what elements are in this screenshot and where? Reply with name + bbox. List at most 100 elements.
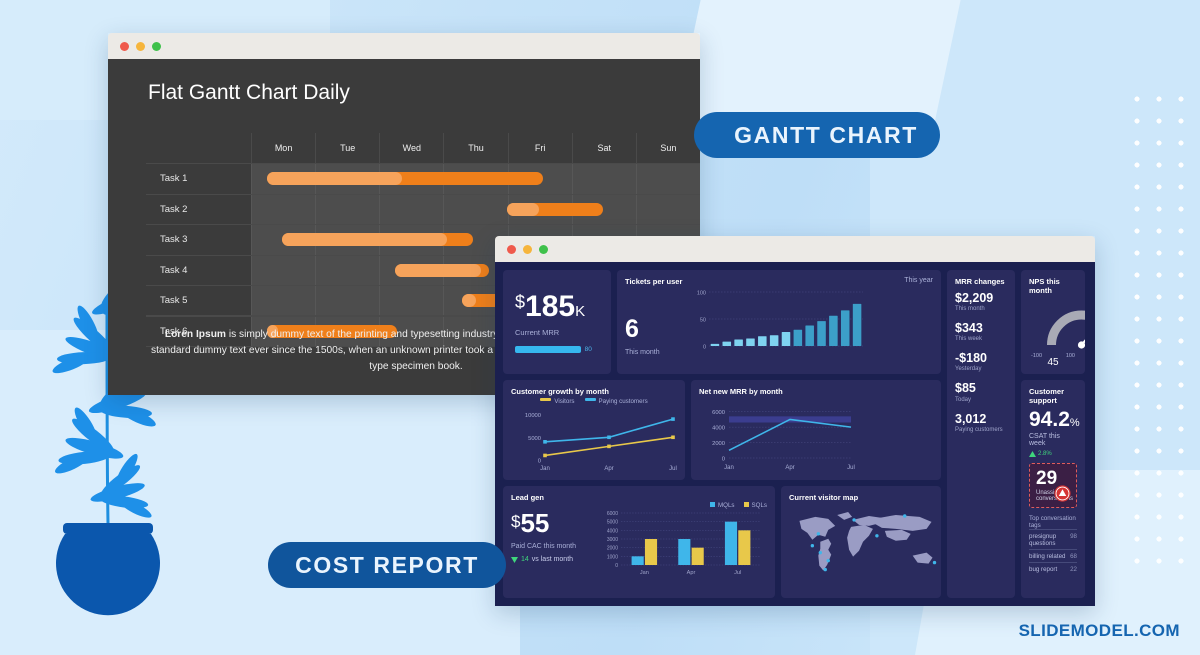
gantt-day-fri: Fri: [507, 133, 572, 163]
close-icon[interactable]: [507, 244, 516, 254]
svg-text:6000: 6000: [607, 511, 618, 517]
maximize-icon[interactable]: [539, 244, 548, 254]
minimize-icon[interactable]: [136, 41, 145, 51]
svg-text:Jul: Jul: [847, 465, 855, 471]
mrr-stat: 3,012 Paying customers: [955, 412, 1007, 433]
svg-text:2000: 2000: [712, 441, 725, 447]
gantt-header-row: Mon Tue Wed Thu Fri Sat Sun: [146, 133, 700, 164]
mrr-stat-value: $2,209: [955, 291, 994, 305]
mrr-changes-title: MRR changes: [955, 277, 1005, 286]
legend-item: MQLs: [710, 502, 735, 509]
svg-text:Jan: Jan: [724, 465, 734, 471]
customer-growth-legend: Visitors Paying customers: [511, 398, 677, 405]
cost-report-banner: COST REPORT: [268, 542, 506, 588]
gantt-cell: [571, 164, 636, 194]
world-map-graphic: [799, 511, 937, 572]
mrr-stat-value: $343: [955, 321, 983, 336]
svg-text:0: 0: [538, 459, 541, 465]
gantt-cell: [251, 286, 315, 316]
customer-growth-card: Customer growth by month Visitors Paying …: [503, 380, 685, 480]
svg-text:2000: 2000: [607, 546, 618, 552]
conversation-tag-row[interactable]: presignup questions 98: [1029, 529, 1077, 549]
tag-count: 98: [1070, 533, 1077, 540]
nps-max: 100: [1065, 353, 1075, 359]
gantt-day-sat: Sat: [571, 133, 636, 163]
gantt-day-wed: Wed: [379, 133, 443, 163]
tickets-label: This month: [625, 349, 660, 356]
lead-gen-legend: MQLs SQLs: [591, 502, 767, 509]
dot-pattern: [1126, 88, 1200, 578]
visitor-map-card: Current visitor map: [781, 486, 941, 598]
dashboard-main-column: $185K Current MRR 80 Tickets per user Th…: [503, 270, 941, 598]
gantt-day-headers: Mon Tue Wed Thu Fri Sat Sun: [251, 133, 700, 163]
top-tags-title: Top conversation tags: [1029, 515, 1076, 529]
gantt-task-label: Task 4: [160, 264, 188, 276]
svg-text:6000: 6000: [712, 410, 725, 416]
dashboard-window[interactable]: $185K Current MRR 80 Tickets per user Th…: [495, 236, 1095, 606]
gantt-cell: [251, 255, 315, 285]
close-icon[interactable]: [120, 41, 129, 51]
gantt-bar[interactable]: [394, 263, 489, 277]
arrow-up-icon: [1029, 451, 1036, 457]
gantt-bar[interactable]: [506, 202, 604, 216]
current-mrr-card: $185K Current MRR 80: [503, 270, 611, 374]
mrr-stat-label: Paying customers: [955, 426, 1003, 433]
conversation-tag-row[interactable]: bug report 22: [1029, 562, 1077, 575]
tag-name: presignup questions: [1029, 533, 1057, 547]
gantt-cell: [251, 194, 315, 224]
gantt-cell: [379, 286, 443, 316]
net-new-mrr-title: Net new MRR by month: [699, 387, 783, 396]
customer-growth-title: Customer growth by month: [511, 387, 609, 396]
nps-title: NPS this month: [1029, 277, 1060, 295]
conversation-tag-row[interactable]: billing related 68: [1029, 549, 1077, 562]
tickets-per-user-card: Tickets per user This year 6 This month …: [617, 270, 941, 374]
csat-number: 94.2: [1029, 408, 1070, 431]
mrr-changes-stats: $2,209 This month $343 This week -$180 Yester…: [955, 286, 1007, 598]
gantt-cell: [315, 286, 379, 316]
minimize-icon[interactable]: [523, 244, 532, 254]
slidemodel-watermark: SLIDEMODEL.COM: [1018, 621, 1180, 640]
svg-text:3000: 3000: [607, 537, 618, 543]
gantt-window-titlebar[interactable]: [108, 33, 700, 59]
lead-gen-card: Lead gen $55 Paid CAC this month 14 vs l…: [503, 486, 775, 598]
gantt-row: Task 1: [146, 164, 700, 195]
gantt-bar[interactable]: [282, 233, 474, 246]
svg-text:4000: 4000: [607, 528, 618, 534]
mrr-stat-value: -$180: [955, 351, 987, 366]
gantt-cell: [635, 164, 700, 194]
gantt-cell: [315, 255, 379, 285]
lead-gen-title: Lead gen: [511, 493, 544, 502]
gantt-note-bold: Loren Ipsum: [164, 329, 226, 340]
svg-text:Jan: Jan: [540, 466, 550, 472]
gantt-day-tue: Tue: [315, 133, 379, 163]
customer-support-card: Customer support 94.2% CSAT this week 2.…: [1021, 380, 1085, 598]
mrr-stat: $343 This week: [955, 321, 1007, 342]
mrr-unit: K: [575, 302, 586, 320]
unassigned-conversations-alert[interactable]: 29 Unassigned conversations: [1029, 463, 1077, 508]
lead-gen-number: 55: [520, 508, 550, 538]
legend-label: Paying customers: [598, 398, 648, 405]
legend-item: Visitors: [540, 398, 575, 405]
gantt-cell: [443, 194, 507, 224]
svg-text:100: 100: [697, 291, 706, 297]
gantt-day-sun: Sun: [635, 133, 700, 163]
dashboard-window-titlebar[interactable]: [495, 236, 1095, 262]
gantt-task-label: Task 5: [160, 295, 188, 307]
lead-gen-bar-chart: 6000 5000 4000 3000 2000 1000 0 Jan Apr Jul: [607, 511, 761, 576]
svg-text:Jul: Jul: [669, 466, 677, 472]
legend-item: Paying customers: [584, 398, 648, 405]
gantt-track: [251, 164, 700, 194]
mrr-stat-label: Today: [955, 396, 972, 403]
svg-text:0: 0: [722, 456, 725, 462]
svg-text:Apr: Apr: [785, 465, 794, 471]
lead-gen-delta-value: 14: [521, 556, 529, 563]
tickets-title: Tickets per user: [625, 277, 683, 286]
mrr-stat-label: Yesterday: [955, 366, 982, 373]
dashboard-right-column: NPS this month -100 100 45 Customer supp…: [1021, 270, 1085, 598]
tag-name: billing related: [1029, 553, 1066, 560]
gantt-bar[interactable]: [266, 172, 543, 185]
gantt-bar-progress: [462, 294, 477, 307]
svg-text:0: 0: [703, 345, 706, 351]
gantt-title: Flat Gantt Chart Daily: [148, 81, 350, 104]
maximize-icon[interactable]: [152, 41, 161, 51]
